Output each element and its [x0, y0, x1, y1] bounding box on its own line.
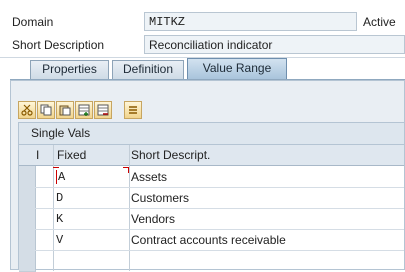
fixed-value-cell[interactable]: V	[56, 233, 126, 247]
fixed-value-cell[interactable]: K	[56, 212, 126, 226]
abap-dictionary-domain-screen: { "fields": { "domain_label": "Domain", …	[0, 0, 405, 272]
fixed-value-cell[interactable]: A	[56, 170, 126, 184]
tab-value-range[interactable]: Value Range	[187, 58, 287, 79]
delete-row-icon[interactable]	[94, 101, 112, 119]
copy-icon[interactable]	[37, 101, 55, 119]
fixed-value-cell[interactable]: D	[56, 191, 126, 205]
domain-field[interactable]: MITKZ	[144, 12, 357, 31]
paste-icon[interactable]	[56, 101, 74, 119]
toolbar-separator	[113, 101, 123, 119]
row-selector-column[interactable]	[19, 166, 36, 272]
domain-label: Domain	[12, 15, 54, 29]
table-toolbar	[18, 101, 142, 119]
tab-properties[interactable]: Properties	[30, 60, 109, 79]
description-cell[interactable]: Contract accounts receivable	[131, 233, 401, 247]
table-header-row: I Fixed Short Descript.	[19, 145, 404, 166]
short-description-label: Short Description	[12, 38, 105, 52]
row-divider	[35, 229, 404, 230]
row-divider	[35, 208, 404, 209]
status-text: Active	[363, 15, 396, 29]
column-header-i[interactable]: I	[36, 148, 52, 162]
row-divider	[35, 250, 404, 251]
cut-icon[interactable]	[18, 101, 36, 119]
short-description-field[interactable]: Reconciliation indicator	[144, 35, 405, 54]
single-values-table: Single Vals I Fixed Short Descript. A As…	[18, 122, 405, 272]
tab-definition[interactable]: Definition	[112, 60, 184, 79]
table-title: Single Vals	[19, 123, 404, 145]
select-all-icon[interactable]	[124, 101, 142, 119]
column-header-short-descript[interactable]: Short Descript.	[131, 148, 331, 162]
column-header-fixed[interactable]: Fixed	[57, 148, 127, 162]
focus-marker	[53, 167, 59, 168]
focus-marker	[128, 167, 129, 173]
row-divider	[35, 187, 404, 188]
description-cell[interactable]: Assets	[131, 170, 401, 184]
description-cell[interactable]: Vendors	[131, 212, 401, 226]
description-cell[interactable]: Customers	[131, 191, 401, 205]
insert-row-icon[interactable]	[75, 101, 93, 119]
